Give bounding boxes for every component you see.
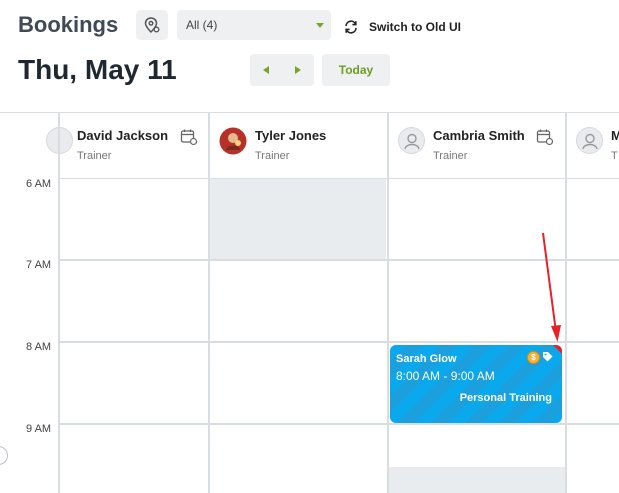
page-title: Bookings — [18, 12, 119, 37]
calendar-grid: David Jackson Trainer Tyler Jones Traine… — [0, 113, 619, 493]
annotation-arrow-icon — [542, 232, 561, 342]
location-select[interactable]: All (4) — [177, 10, 331, 40]
location-button[interactable] — [136, 10, 168, 40]
switch-ui-label: Switch to Old UI — [369, 20, 461, 34]
chevron-right-icon — [295, 66, 301, 74]
chevron-down-icon — [316, 23, 324, 28]
previous-day-button[interactable] — [250, 54, 282, 86]
today-button[interactable]: Today — [322, 54, 390, 86]
current-date: Thu, May 11 — [18, 54, 177, 85]
chevron-left-icon — [263, 66, 269, 74]
switch-ui-link[interactable]: Switch to Old UI — [343, 19, 461, 35]
next-day-button[interactable] — [282, 54, 314, 86]
location-select-value: All (4) — [186, 18, 218, 32]
location-pin-icon — [144, 17, 160, 34]
refresh-icon — [345, 20, 357, 34]
